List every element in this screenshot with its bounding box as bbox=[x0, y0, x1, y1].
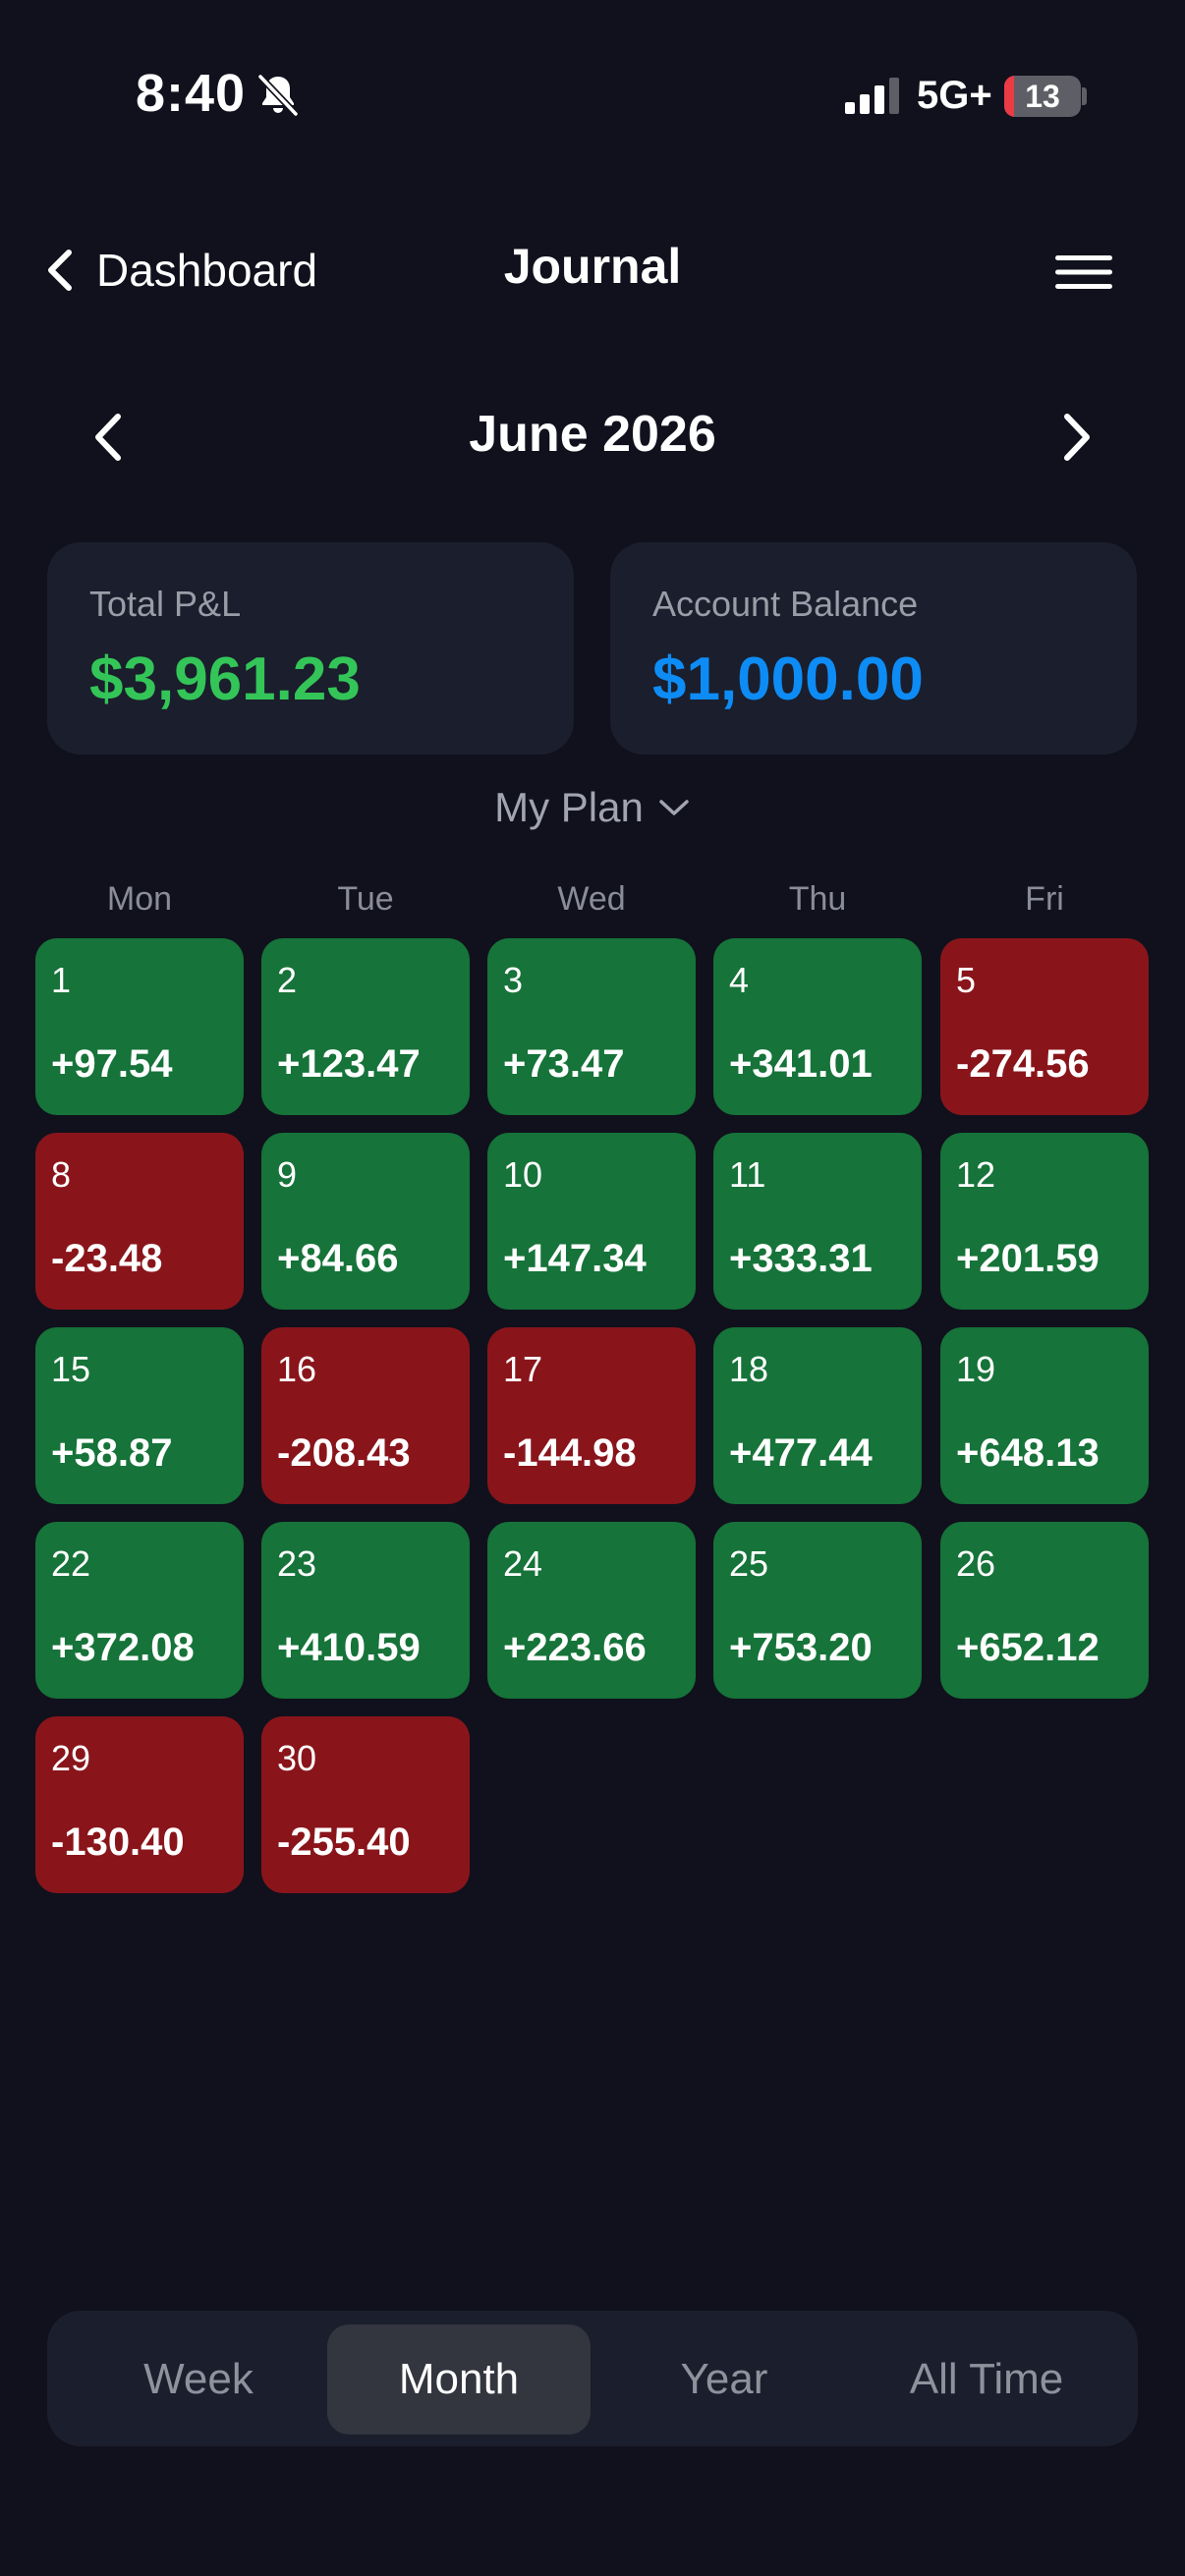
day-number: 24 bbox=[503, 1543, 543, 1584]
day-pnl-value: +84.66 bbox=[277, 1237, 399, 1280]
calendar-day-cell[interactable]: 22 +372.08 bbox=[35, 1522, 244, 1699]
weekday-tue: Tue bbox=[337, 880, 394, 918]
day-pnl-value: +147.34 bbox=[503, 1237, 647, 1280]
day-pnl-value: -208.43 bbox=[277, 1431, 411, 1475]
day-number: 22 bbox=[51, 1543, 91, 1584]
tab-month[interactable]: Month bbox=[327, 2324, 591, 2435]
day-number: 23 bbox=[277, 1543, 317, 1584]
calendar-day-cell[interactable]: 24 +223.66 bbox=[487, 1522, 696, 1699]
calendar-day-cell[interactable]: 3 +73.47 bbox=[487, 938, 696, 1115]
calendar-day-cell[interactable]: 19 +648.13 bbox=[940, 1327, 1149, 1504]
day-pnl-value: +123.47 bbox=[277, 1042, 421, 1086]
day-number: 17 bbox=[503, 1349, 543, 1389]
chevron-down-icon bbox=[659, 800, 689, 815]
account-balance-card: Account Balance $1,000.00 bbox=[610, 542, 1137, 755]
day-number: 25 bbox=[729, 1543, 769, 1584]
calendar-day-cell[interactable]: 10 +147.34 bbox=[487, 1133, 696, 1310]
bell-slash-icon bbox=[256, 73, 300, 118]
calendar-day-cell[interactable]: 16 -208.43 bbox=[261, 1327, 470, 1504]
day-number: 2 bbox=[277, 960, 298, 1000]
plan-selector[interactable]: My Plan bbox=[0, 784, 1185, 831]
day-pnl-value: -144.98 bbox=[503, 1431, 637, 1475]
calendar-day-cell[interactable]: 18 +477.44 bbox=[713, 1327, 922, 1504]
calendar-day-cell[interactable]: 23 +410.59 bbox=[261, 1522, 470, 1699]
weekday-wed: Wed bbox=[557, 880, 626, 918]
weekday-mon: Mon bbox=[106, 880, 173, 918]
calendar-day-cell[interactable]: 29 -130.40 bbox=[35, 1716, 244, 1893]
calendar-day-cell[interactable]: 26 +652.12 bbox=[940, 1522, 1149, 1699]
tab-week[interactable]: Week bbox=[67, 2324, 330, 2435]
calendar-day-cell[interactable]: 15 +58.87 bbox=[35, 1327, 244, 1504]
total-pnl-card: Total P&L $3,961.23 bbox=[47, 542, 574, 755]
calendar-day-cell[interactable]: 1 +97.54 bbox=[35, 938, 244, 1115]
day-pnl-value: +410.59 bbox=[277, 1626, 421, 1669]
day-number: 16 bbox=[277, 1349, 317, 1389]
day-number: 18 bbox=[729, 1349, 769, 1389]
calendar-day-cell[interactable]: 11 +333.31 bbox=[713, 1133, 922, 1310]
tab-year[interactable]: Year bbox=[592, 2324, 856, 2435]
day-pnl-value: -255.40 bbox=[277, 1820, 411, 1864]
calendar-day-cell[interactable]: 4 +341.01 bbox=[713, 938, 922, 1115]
range-tabs: Week Month Year All Time bbox=[47, 2311, 1138, 2446]
calendar-day-cell[interactable]: 17 -144.98 bbox=[487, 1327, 696, 1504]
day-number: 8 bbox=[51, 1154, 72, 1195]
total-pnl-label: Total P&L bbox=[89, 584, 242, 624]
calendar-day-cell[interactable]: 25 +753.20 bbox=[713, 1522, 922, 1699]
day-pnl-value: -130.40 bbox=[51, 1820, 185, 1864]
day-pnl-value: +201.59 bbox=[956, 1237, 1100, 1280]
day-number: 29 bbox=[51, 1738, 91, 1778]
weekday-thu: Thu bbox=[788, 880, 847, 918]
day-pnl-value: +333.31 bbox=[729, 1237, 873, 1280]
day-number: 10 bbox=[503, 1154, 543, 1195]
day-pnl-value: +477.44 bbox=[729, 1431, 873, 1475]
hamburger-menu-icon[interactable] bbox=[1055, 253, 1112, 291]
calendar-day-cell[interactable]: 9 +84.66 bbox=[261, 1133, 470, 1310]
day-pnl-value: +648.13 bbox=[956, 1431, 1100, 1475]
month-title: June 2026 bbox=[469, 406, 716, 463]
account-balance-value: $1,000.00 bbox=[652, 645, 924, 713]
tab-all-time[interactable]: All Time bbox=[855, 2324, 1118, 2435]
calendar-day-cell[interactable]: 5 -274.56 bbox=[940, 938, 1149, 1115]
day-pnl-value: +97.54 bbox=[51, 1042, 173, 1086]
day-number: 5 bbox=[956, 960, 977, 1000]
day-number: 1 bbox=[51, 960, 72, 1000]
day-pnl-value: +58.87 bbox=[51, 1431, 173, 1475]
day-pnl-value: +372.08 bbox=[51, 1626, 195, 1669]
battery-indicator: 13 bbox=[1004, 76, 1081, 117]
day-pnl-value: +341.01 bbox=[729, 1042, 873, 1086]
day-number: 4 bbox=[729, 960, 750, 1000]
calendar-day-cell[interactable]: 12 +201.59 bbox=[940, 1133, 1149, 1310]
day-number: 30 bbox=[277, 1738, 317, 1778]
account-balance-label: Account Balance bbox=[652, 584, 919, 624]
day-pnl-value: +652.12 bbox=[956, 1626, 1100, 1669]
weekday-fri: Fri bbox=[1025, 880, 1064, 918]
day-number: 12 bbox=[956, 1154, 996, 1195]
day-number: 9 bbox=[277, 1154, 298, 1195]
status-bar: 8:40 5G+ 13 bbox=[0, 0, 1185, 196]
day-pnl-value: -23.48 bbox=[51, 1237, 163, 1280]
day-pnl-value: -274.56 bbox=[956, 1042, 1090, 1086]
battery-level: 13 bbox=[1025, 78, 1060, 114]
day-pnl-value: +223.66 bbox=[503, 1626, 647, 1669]
network-label: 5G+ bbox=[917, 74, 992, 117]
calendar-day-cell[interactable]: 30 -255.40 bbox=[261, 1716, 470, 1893]
day-number: 3 bbox=[503, 960, 524, 1000]
signal-bars-icon bbox=[845, 78, 899, 114]
page-title: Journal bbox=[503, 239, 682, 294]
next-month-button[interactable] bbox=[1045, 403, 1104, 472]
day-number: 11 bbox=[729, 1154, 766, 1195]
status-time: 8:40 bbox=[136, 64, 247, 123]
total-pnl-value: $3,961.23 bbox=[89, 645, 361, 713]
battery-cap bbox=[1082, 87, 1087, 105]
day-pnl-value: +73.47 bbox=[503, 1042, 625, 1086]
calendar-day-cell[interactable]: 2 +123.47 bbox=[261, 938, 470, 1115]
day-number: 19 bbox=[956, 1349, 996, 1389]
plan-label: My Plan bbox=[494, 784, 644, 830]
day-pnl-value: +753.20 bbox=[729, 1626, 873, 1669]
day-number: 26 bbox=[956, 1543, 996, 1584]
day-number: 15 bbox=[51, 1349, 91, 1389]
calendar-day-cell[interactable]: 8 -23.48 bbox=[35, 1133, 244, 1310]
